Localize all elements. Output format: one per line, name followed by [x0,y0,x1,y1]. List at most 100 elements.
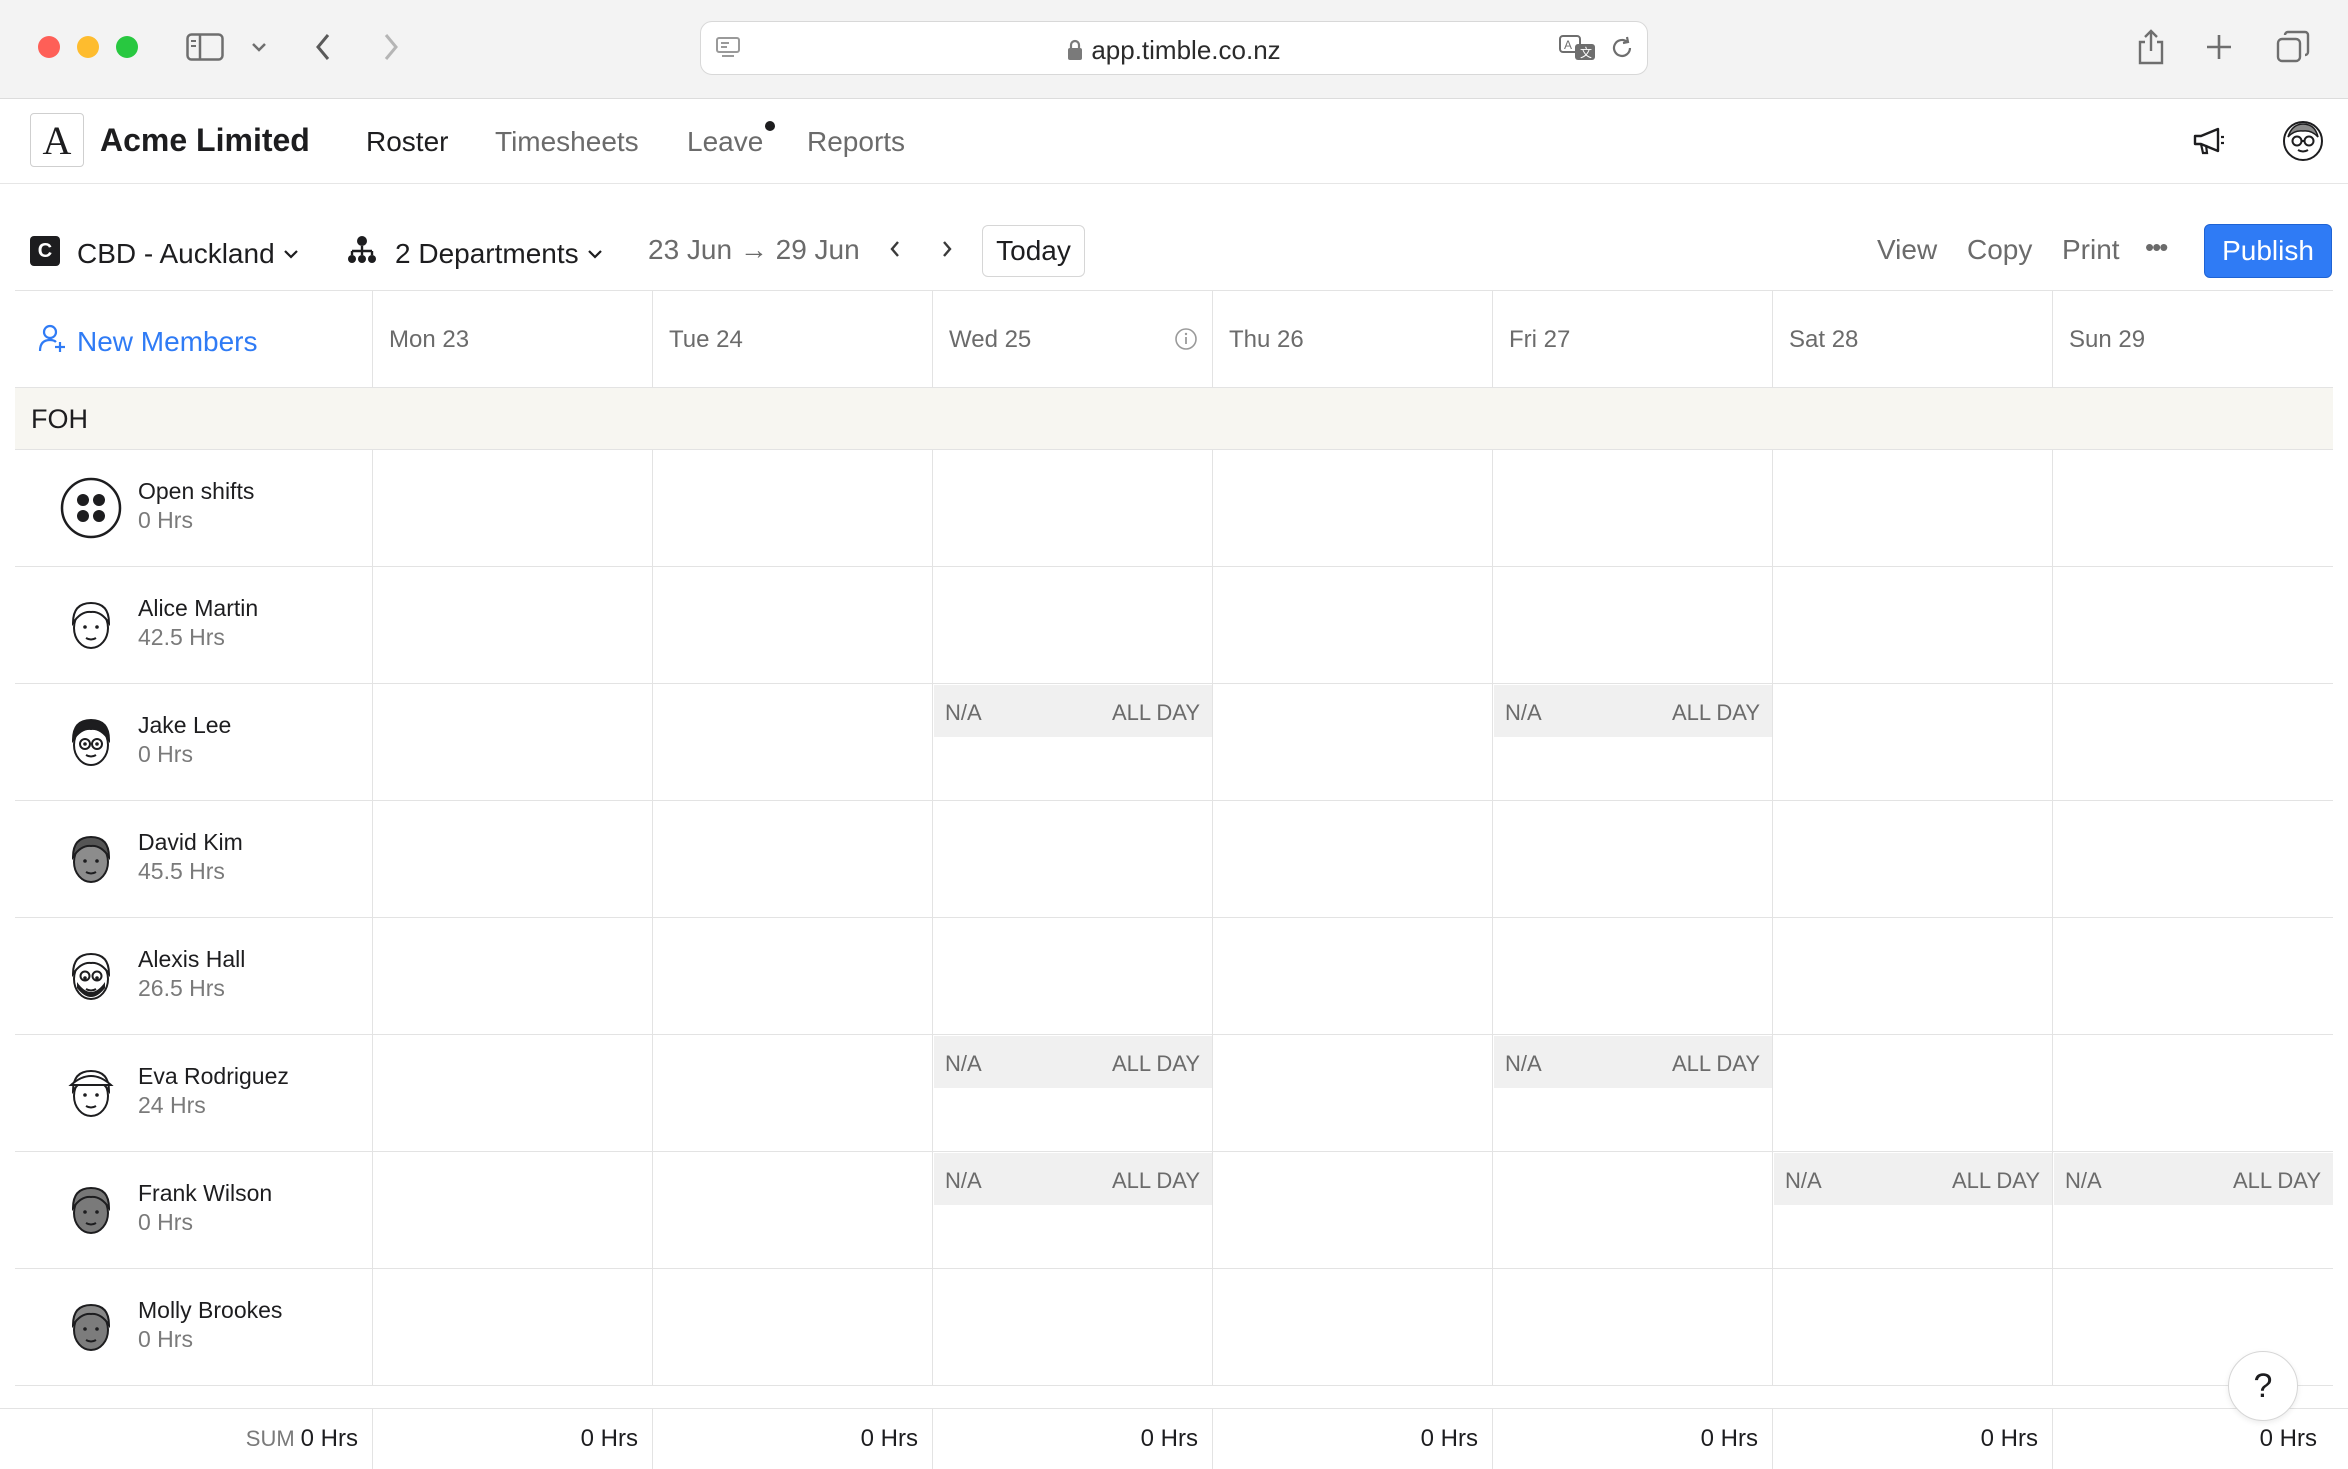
shift-cell[interactable] [652,684,932,800]
shift-cell[interactable] [932,1269,1212,1385]
day-header-sat[interactable]: Sat 28 [1772,291,2052,389]
help-button[interactable]: ? [2228,1351,2298,1421]
chevron-down-icon[interactable] [236,24,282,70]
shift-cell[interactable] [652,918,932,1034]
day-header-sun[interactable]: Sun 29 [2052,291,2333,389]
molly-brookes-avatar[interactable] [59,1295,123,1359]
shift-cell[interactable] [652,1152,932,1268]
new-members-button[interactable]: New Members [37,323,257,360]
shift-cell[interactable]: N/A ALL DAY [1492,684,1772,800]
shift-cell[interactable] [372,567,652,683]
shift-cell[interactable]: N/A ALL DAY [932,1152,1212,1268]
minimize-window-button[interactable] [77,36,99,58]
shift-cell[interactable] [1212,684,1492,800]
day-header-wed[interactable]: Wed 25 [932,291,1212,389]
david-kim-avatar[interactable] [59,827,123,891]
shift-cell[interactable] [1212,1035,1492,1151]
next-week-icon[interactable] [932,234,962,264]
unavailable-block[interactable]: N/A ALL DAY [1774,1153,2052,1205]
shift-cell[interactable] [652,1269,932,1385]
shift-cell[interactable] [1772,1035,2052,1151]
shift-cell[interactable] [2052,918,2333,1034]
shift-cell[interactable] [932,918,1212,1034]
shift-cell[interactable] [1772,918,2052,1034]
section-header-foh[interactable]: FOH [15,388,2333,450]
shift-cell[interactable] [1772,801,2052,917]
shift-cell[interactable] [932,801,1212,917]
previous-week-icon[interactable] [880,234,910,264]
member-name[interactable]: Molly Brookes [138,1297,282,1324]
shift-cell[interactable] [372,918,652,1034]
unavailable-block[interactable]: N/A ALL DAY [934,685,1212,737]
forward-arrow-icon[interactable] [368,24,414,70]
day-header-thu[interactable]: Thu 26 [1212,291,1492,389]
shift-cell[interactable] [1212,801,1492,917]
shift-cell[interactable] [1772,684,2052,800]
day-header-tue[interactable]: Tue 24 [652,291,839,389]
nav-roster[interactable]: Roster [366,126,448,158]
open-shifts-icon[interactable] [59,476,123,540]
unavailable-block[interactable]: N/A ALL DAY [2054,1153,2333,1205]
shift-cell[interactable] [372,1269,652,1385]
shift-cell[interactable] [2052,567,2333,683]
shift-cell[interactable] [1772,450,2052,566]
print-button[interactable]: Print [2062,234,2120,266]
shift-cell[interactable] [1772,1269,2052,1385]
shift-cell[interactable] [372,1152,652,1268]
shift-cell[interactable] [2052,450,2333,566]
shift-cell[interactable] [1212,450,1492,566]
date-range[interactable]: 23 Jun → 29 Jun [648,234,860,266]
shift-cell[interactable] [652,567,932,683]
unavailable-block[interactable]: N/A ALL DAY [1494,685,1772,737]
member-name[interactable]: Jake Lee [138,712,231,739]
alexis-hall-avatar[interactable] [59,944,123,1008]
back-arrow-icon[interactable] [300,24,346,70]
copy-button[interactable]: Copy [1967,234,2032,266]
shift-cell[interactable]: N/A ALL DAY [1492,1035,1772,1151]
user-avatar[interactable] [2280,118,2326,164]
location-selector[interactable]: CBD - Auckland [77,234,299,270]
reload-icon[interactable] [1609,35,1635,66]
shift-cell[interactable] [2052,1035,2333,1151]
sidebar-toggle-icon[interactable] [182,24,228,70]
shift-cell[interactable] [652,1035,932,1151]
shift-cell[interactable]: N/A ALL DAY [1772,1152,2052,1268]
member-name[interactable]: David Kim [138,829,243,856]
unavailable-block[interactable]: N/A ALL DAY [1494,1036,1772,1088]
shift-cell[interactable] [1212,567,1492,683]
day-header-mon[interactable]: Mon 23 [372,291,559,389]
new-tab-icon[interactable] [2196,24,2242,70]
shift-cell[interactable] [1212,918,1492,1034]
today-button[interactable]: Today [982,225,1085,277]
eva-rodriguez-avatar[interactable] [59,1061,123,1125]
shift-cell[interactable] [652,801,932,917]
shift-cell[interactable] [932,450,1212,566]
member-name[interactable]: Alice Martin [138,595,258,622]
close-window-button[interactable] [38,36,60,58]
publish-button[interactable]: Publish [2204,224,2332,278]
shift-cell[interactable] [652,450,932,566]
shift-cell[interactable] [1492,450,1772,566]
info-icon[interactable] [1174,327,1198,356]
member-name[interactable]: Open shifts [138,478,254,505]
address-bar[interactable]: app.timble.co.nz A文 [700,21,1648,75]
shift-cell[interactable] [372,684,652,800]
shift-cell[interactable]: N/A ALL DAY [932,1035,1212,1151]
shift-cell[interactable] [1212,1269,1492,1385]
shift-cell[interactable] [2052,684,2333,800]
more-options-button[interactable]: ••• [2145,232,2168,263]
megaphone-icon[interactable] [2186,118,2232,164]
shift-cell[interactable] [1492,567,1772,683]
shift-cell[interactable] [372,1035,652,1151]
share-icon[interactable] [2128,24,2174,70]
shift-cell[interactable]: N/A ALL DAY [932,684,1212,800]
day-header-fri[interactable]: Fri 27 [1492,291,1772,389]
shift-cell[interactable] [1772,567,2052,683]
translate-icon[interactable]: A文 [1559,34,1597,67]
member-name[interactable]: Alexis Hall [138,946,245,973]
nav-leave[interactable]: Leave [687,126,763,158]
shift-cell[interactable]: N/A ALL DAY [2052,1152,2333,1268]
shift-cell[interactable] [1212,1152,1492,1268]
frank-wilson-avatar[interactable] [59,1178,123,1242]
shift-cell[interactable] [1492,1269,1772,1385]
